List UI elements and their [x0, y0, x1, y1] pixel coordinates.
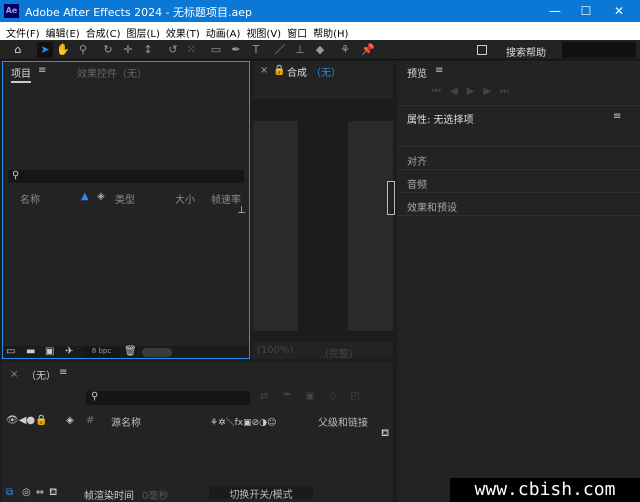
interpret-footage-icon[interactable]: ▭: [6, 346, 15, 357]
new-composition-icon[interactable]: ▣: [45, 346, 54, 357]
comp-mini-flowchart-icon[interactable]: ⧉: [6, 487, 13, 498]
col-name[interactable]: 名称: [20, 191, 40, 206]
pen-icon[interactable]: ✒: [228, 42, 244, 58]
title-bar: Ae Adobe After Effects 2024 - 无标题项目.aep …: [0, 0, 640, 22]
menu-help[interactable]: 帮助(H): [311, 22, 352, 40]
menu-effect[interactable]: 效果(T): [164, 22, 204, 40]
brush-icon[interactable]: ／: [272, 42, 288, 58]
pan-camera-icon[interactable]: ✛: [120, 42, 136, 58]
flowchart-icon[interactable]: ⊥: [237, 205, 246, 216]
close-tab-icon[interactable]: ×: [260, 65, 268, 76]
search-help-label[interactable]: 搜索帮助: [506, 44, 546, 59]
watermark: www.cbish.com: [450, 478, 640, 502]
composition-panel: × 🔒 合成 （无） (100%) (完整): [253, 61, 395, 360]
search-icon: ⚲: [91, 391, 99, 402]
project-footer: ▭ ▬ ▣ ✈ 8 bpc 🗑: [3, 346, 249, 358]
project-search-input[interactable]: ⚲: [8, 170, 244, 183]
timeline-footer-icons[interactable]: ◎⇔⛾: [22, 487, 62, 500]
preview-panel-title[interactable]: 预览: [407, 65, 427, 80]
audio-panel[interactable]: 音频: [407, 176, 427, 191]
panel-menu-icon[interactable]: ≡: [38, 65, 46, 76]
menu-composition[interactable]: 合成(C): [84, 22, 125, 40]
render-time-label: 帧渲染时间: [84, 491, 134, 502]
layer-number-icon: #: [86, 415, 95, 426]
maximize-button[interactable]: ☐: [571, 2, 601, 20]
label-icon: ◈: [66, 415, 74, 426]
resolution-dropdown[interactable]: (完整): [325, 345, 353, 360]
menu-view[interactable]: 视图(V): [244, 22, 285, 40]
menu-edit[interactable]: 编辑(E): [44, 22, 84, 40]
col-framerate[interactable]: 帧速率: [211, 191, 241, 206]
home-icon[interactable]: ⌂: [10, 42, 26, 58]
col-type[interactable]: 类型: [115, 191, 135, 206]
graph-editor-icon[interactable]: ⛾: [381, 428, 389, 441]
col-parent-link[interactable]: 父级和链接: [318, 414, 368, 429]
lock-icon[interactable]: 🔒: [273, 65, 285, 76]
puppet-pin-icon[interactable]: 📌: [360, 42, 376, 58]
bpc-button[interactable]: 8 bpc: [83, 347, 120, 358]
col-size[interactable]: 大小: [175, 191, 195, 206]
menu-layer[interactable]: 图层(L): [124, 22, 163, 40]
new-folder-icon[interactable]: ▬: [26, 346, 35, 357]
zoom-dropdown[interactable]: (100%): [257, 345, 293, 356]
zoom-icon[interactable]: ⚲: [75, 42, 91, 58]
thumbnail-slider[interactable]: [142, 348, 172, 357]
rotate-icon[interactable]: ↺: [165, 42, 181, 58]
col-source-name[interactable]: 源名称: [111, 414, 141, 429]
minimize-button[interactable]: —: [540, 2, 570, 20]
tab-project[interactable]: 项目: [11, 65, 31, 83]
anchor-icon[interactable]: ⁙: [183, 42, 199, 58]
sort-icon[interactable]: ▲: [81, 191, 89, 202]
layer-switch-icons[interactable]: ⚘✲＼fx▣⊘◑☺: [210, 415, 276, 428]
timeline-panel: × （无） ≡ ⚲ ⇄☂▣◇◰ 👁◀●🔒 ◈ # 源名称 ⚘✲＼fx▣⊘◑☺ 父…: [2, 362, 393, 502]
selection-arrow-icon[interactable]: ➤: [37, 42, 53, 58]
label-icon: ◈: [97, 191, 105, 202]
orbit-camera-icon[interactable]: ↻: [100, 42, 116, 58]
av-switches-icons[interactable]: 👁◀●🔒: [6, 415, 48, 426]
panel-menu-icon[interactable]: ≡: [435, 65, 443, 76]
properties-title[interactable]: 属性: 无选择项: [407, 111, 474, 126]
close-tab-icon[interactable]: ×: [10, 369, 18, 380]
right-panel: 预览 ≡ ⏮◀▶▶⏭ 属性: 无选择项 ≡ 对齐 音频 效果和预设: [397, 61, 640, 502]
search-icon: ⚲: [12, 170, 20, 181]
menu-bar: 文件(F) 编辑(E) 合成(C) 图层(L) 效果(T) 动画(A) 视图(V…: [0, 22, 640, 40]
trash-icon[interactable]: 🗑: [124, 346, 137, 357]
menu-animation[interactable]: 动画(A): [204, 22, 245, 40]
align-panel[interactable]: 对齐: [407, 153, 427, 168]
search-help-input[interactable]: [562, 42, 636, 58]
tools-toolbar: ⌂ ➤ ✋ ⚲ ↻ ✛ ↕ ↺ ⁙ ▭ ✒ T ／ ⊥ ◆ ⚘ 📌 搜索帮助: [0, 40, 640, 60]
hand-icon[interactable]: ✋: [55, 42, 71, 58]
tab-timeline[interactable]: （无）: [26, 367, 56, 382]
app-logo: Ae: [4, 4, 19, 18]
timeline-search-input[interactable]: ⚲: [86, 391, 250, 405]
dolly-camera-icon[interactable]: ↕: [140, 42, 156, 58]
close-button[interactable]: ✕: [604, 2, 634, 20]
window-title: Adobe After Effects 2024 - 无标题项目.aep: [25, 6, 253, 19]
menu-file[interactable]: 文件(F): [4, 22, 44, 40]
panel-resize-handle[interactable]: [387, 181, 395, 215]
timeline-switches[interactable]: ⇄☂▣◇◰: [260, 391, 374, 402]
tab-composition[interactable]: 合成: [287, 64, 307, 79]
rectangle-icon[interactable]: ▭: [208, 42, 224, 58]
effects-presets-panel[interactable]: 效果和预设: [407, 199, 457, 214]
menu-window[interactable]: 窗口: [285, 22, 311, 40]
project-panel: 项目 ≡ 效果控件（无） ⚲ 名称 ▲ ◈ 类型 大小 帧速率 ⊥ ▭ ▬ ▣ …: [2, 61, 250, 359]
roto-brush-icon[interactable]: ⚘: [337, 42, 353, 58]
tab-effect-controls[interactable]: 效果控件（无）: [77, 65, 147, 80]
eraser-icon[interactable]: ◆: [312, 42, 328, 58]
panel-menu-icon[interactable]: ≡: [613, 111, 621, 122]
comp-name: （无）: [311, 68, 341, 79]
comp-viewer[interactable]: [253, 99, 393, 342]
panel-menu-icon[interactable]: ≡: [59, 367, 67, 378]
playback-controls[interactable]: ⏮◀▶▶⏭: [432, 86, 518, 97]
render-queue-icon[interactable]: ✈: [65, 346, 73, 357]
snap-checkbox[interactable]: [477, 45, 487, 55]
render-time-value: 0毫秒: [142, 491, 169, 502]
text-icon[interactable]: T: [248, 42, 264, 58]
clone-stamp-icon[interactable]: ⊥: [292, 42, 308, 58]
toggle-switches-modes-button[interactable]: 切换开关/模式: [209, 486, 313, 501]
